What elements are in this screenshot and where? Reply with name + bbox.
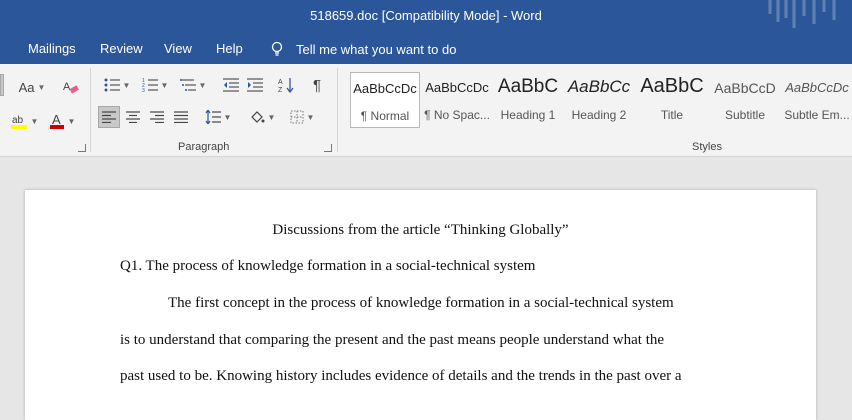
group-separator — [90, 68, 91, 152]
tab-mailings[interactable]: Mailings — [28, 41, 76, 56]
style-preview: AaBbC — [640, 75, 704, 97]
align-right-button[interactable] — [146, 106, 168, 128]
title-bar: 518659.doc [Compatibility Mode] - Word — [0, 0, 852, 34]
svg-text:ab: ab — [12, 115, 24, 126]
numbering-button[interactable]: 1 2 3 ▼ — [138, 74, 172, 96]
style-name: Heading 1 — [500, 108, 556, 122]
align-left-icon — [102, 111, 116, 123]
lightbulb-icon — [271, 41, 283, 56]
paragraph-line: past used to be. Knowing history include… — [120, 368, 682, 384]
style-subtle-emphasis[interactable]: AaBbCcDc Subtle Em... — [782, 72, 852, 128]
document-page[interactable]: Discussions from the article “Thinking G… — [25, 190, 816, 420]
tab-view[interactable]: View — [164, 41, 192, 56]
paragraph-line: is to understand that comparing the pres… — [120, 332, 665, 348]
document-title: Discussions from the article “Thinking G… — [272, 222, 569, 238]
show-formatting-marks-button[interactable]: ¶ — [306, 74, 328, 96]
styles-gallery: AaBbCcDc ¶ Normal AaBbCcDc ¶ No Spac... … — [346, 72, 852, 134]
change-case-label: Aa — [18, 79, 35, 95]
chevron-down-icon: ▼ — [223, 112, 232, 122]
style-subtitle[interactable]: AaBbCcD Subtitle — [710, 72, 780, 128]
chevron-down-icon: ▼ — [160, 80, 169, 90]
svg-text:Z: Z — [278, 87, 283, 93]
style-no-spacing[interactable]: AaBbCcDc ¶ No Spac... — [424, 72, 490, 128]
numbering-icon: 123 — [142, 78, 158, 92]
highlighter-icon: ab — [10, 115, 27, 129]
style-normal[interactable]: AaBbCcDc ¶ Normal — [350, 72, 420, 128]
change-case-button[interactable]: Aa ▼ — [14, 76, 50, 98]
multilevel-list-button[interactable]: ▼ — [176, 74, 210, 96]
chevron-down-icon: ▼ — [198, 80, 207, 90]
chevron-down-icon: ▼ — [306, 112, 315, 122]
ribbon: Aa ▼ A ab ▼ A ▼ ▼ 1 2 3 ▼ ▼ AZ ¶ ▼ ▼ ▼ P… — [0, 64, 852, 157]
window-title: 518659.doc [Compatibility Mode] - Word — [310, 8, 542, 23]
paint-bucket-icon — [250, 111, 265, 123]
eraser-icon: A — [63, 81, 79, 94]
pilcrow-icon: ¶ — [312, 76, 322, 94]
borders-button[interactable]: ▼ — [284, 106, 320, 128]
ribbon-tab-bar: Mailings Review View Help Tell me what y… — [0, 34, 852, 64]
svg-text:A: A — [278, 79, 283, 86]
sort-button[interactable]: AZ — [274, 74, 298, 96]
paragraph-group-label: Paragraph — [178, 141, 230, 153]
style-heading-2[interactable]: AaBbCc Heading 2 — [566, 72, 632, 128]
svg-text:A: A — [63, 81, 71, 93]
paragraph-line: The first concept in the process of know… — [168, 295, 674, 311]
chevron-down-icon: ▼ — [267, 112, 276, 122]
document-area[interactable]: Discussions from the article “Thinking G… — [0, 157, 852, 420]
style-name: ¶ No Spac... — [424, 108, 490, 122]
tell-me-box[interactable]: Tell me what you want to do — [270, 41, 456, 57]
sort-icon: AZ — [278, 78, 294, 93]
decrease-indent-button[interactable] — [220, 74, 242, 96]
bullets-button[interactable]: ▼ — [100, 74, 134, 96]
align-left-button[interactable] — [98, 106, 120, 128]
shading-button[interactable]: ▼ — [244, 106, 280, 128]
justify-button[interactable] — [170, 106, 192, 128]
align-center-icon — [126, 111, 140, 123]
font-color-button[interactable]: A ▼ — [44, 109, 80, 133]
svg-text:3: 3 — [142, 88, 145, 92]
chevron-down-icon: ▼ — [37, 82, 46, 92]
font-color-icon: A — [49, 112, 64, 129]
borders-icon — [290, 110, 304, 124]
style-name: Title — [660, 108, 684, 122]
align-right-icon — [150, 111, 164, 123]
question-heading: Q1. The process of knowledge formation i… — [120, 258, 536, 274]
style-preview: AaBbCc — [567, 77, 631, 96]
style-preview: AaBbC — [497, 76, 559, 97]
paragraph-dialog-launcher[interactable] — [324, 144, 332, 152]
style-name: Heading 2 — [571, 108, 627, 122]
style-title[interactable]: AaBbC Title — [636, 72, 708, 128]
title-bar-decoration — [768, 0, 836, 28]
chevron-down-icon: ▼ — [30, 116, 39, 126]
font-dialog-launcher[interactable] — [78, 144, 86, 152]
group-separator — [337, 68, 338, 152]
tell-me-label: Tell me what you want to do — [296, 41, 457, 57]
tab-review[interactable]: Review — [100, 41, 143, 56]
decrease-indent-icon — [223, 78, 239, 92]
style-preview: AaBbCcDc — [785, 80, 849, 95]
style-preview: AaBbCcDc — [425, 80, 489, 95]
style-preview: AaBbCcDc — [353, 81, 417, 96]
style-preview: AaBbCcD — [714, 80, 776, 96]
align-center-button[interactable] — [122, 106, 144, 128]
clear-formatting-button[interactable]: A — [60, 76, 82, 98]
style-name: Subtitle — [724, 108, 766, 122]
line-spacing-icon — [205, 110, 221, 124]
increase-indent-icon — [247, 78, 263, 92]
chevron-down-icon: ▼ — [67, 116, 76, 126]
text-highlight-button[interactable]: ab ▼ — [6, 109, 42, 133]
justify-icon — [174, 111, 188, 123]
increase-indent-button[interactable] — [244, 74, 266, 96]
chevron-down-icon: ▼ — [122, 80, 131, 90]
font-edge-button[interactable] — [0, 74, 4, 96]
styles-group-label: Styles — [692, 141, 722, 153]
svg-text:A: A — [52, 112, 61, 127]
line-spacing-button[interactable]: ▼ — [200, 106, 236, 128]
style-name: Subtle Em... — [784, 108, 850, 122]
style-heading-1[interactable]: AaBbC Heading 1 — [494, 72, 562, 128]
style-name: ¶ Normal — [360, 109, 410, 123]
bullets-icon — [104, 78, 120, 92]
multilevel-list-icon — [179, 79, 196, 91]
tab-help[interactable]: Help — [216, 41, 243, 56]
